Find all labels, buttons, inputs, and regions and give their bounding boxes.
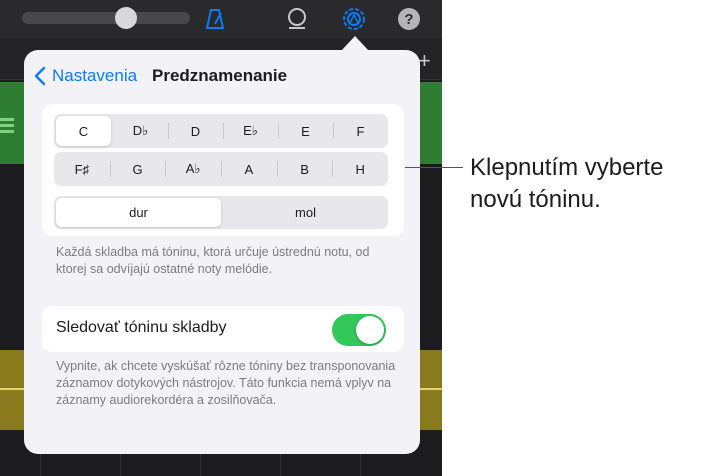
key-option[interactable]: E♭ bbox=[223, 114, 278, 148]
chevron-left-icon bbox=[34, 66, 46, 86]
toggle-knob bbox=[356, 316, 384, 344]
follow-key-card: Sledovať tóninu skladby bbox=[42, 306, 404, 352]
notes-row-1: C D♭ D E♭ E F bbox=[54, 114, 388, 148]
back-label: Nastavenia bbox=[52, 66, 138, 85]
metronome-icon[interactable] bbox=[202, 6, 228, 32]
callout-text: Klepnutím vyberte novú tóninu. bbox=[470, 154, 664, 213]
master-volume-thumb[interactable] bbox=[115, 7, 138, 29]
mode-segmented-control: dur mol bbox=[54, 196, 388, 229]
mode-option-major[interactable]: dur bbox=[56, 198, 221, 227]
help-icon[interactable]: ? bbox=[398, 8, 420, 30]
key-option[interactable]: D♭ bbox=[113, 114, 168, 148]
callout-leader-line bbox=[405, 167, 463, 168]
control-bar: ? bbox=[0, 0, 442, 38]
back-button[interactable]: Nastavenia bbox=[34, 66, 137, 86]
follow-key-toggle[interactable] bbox=[332, 314, 386, 346]
follow-key-description: Vypnite, ak chcete vyskúšať rôzne tóniny… bbox=[56, 359, 396, 407]
key-option[interactable]: B bbox=[276, 152, 333, 186]
mode-option-minor[interactable]: mol bbox=[223, 196, 388, 229]
master-volume-slider[interactable] bbox=[22, 12, 190, 24]
loop-browser-icon[interactable] bbox=[284, 6, 310, 32]
key-option[interactable]: C bbox=[56, 116, 111, 146]
key-option[interactable]: G bbox=[109, 152, 166, 186]
key-option[interactable]: A♭ bbox=[165, 152, 221, 186]
key-option[interactable]: F bbox=[333, 114, 388, 148]
popover-arrow bbox=[341, 36, 369, 51]
settings-icon[interactable] bbox=[341, 6, 367, 32]
key-signature-popover: Nastavenia Predznamenanie C D♭ D E♭ E F … bbox=[24, 50, 420, 454]
key-description: Každá skladba má tóninu, ktorá určuje ús… bbox=[56, 245, 370, 276]
key-picker-card: C D♭ D E♭ E F F♯ G A♭ A B H dur mol bbox=[42, 104, 404, 236]
key-option[interactable]: A bbox=[221, 152, 277, 186]
notes-row-2: F♯ G A♭ A B H bbox=[54, 152, 388, 186]
key-option[interactable]: E bbox=[278, 114, 333, 148]
region-lines-icon bbox=[0, 118, 14, 136]
key-option[interactable]: H bbox=[332, 152, 388, 186]
popover-title: Predznamenanie bbox=[152, 66, 288, 85]
follow-key-label: Sledovať tóninu skladby bbox=[56, 319, 227, 336]
key-option[interactable]: D bbox=[168, 114, 223, 148]
key-option[interactable]: F♯ bbox=[54, 152, 110, 186]
